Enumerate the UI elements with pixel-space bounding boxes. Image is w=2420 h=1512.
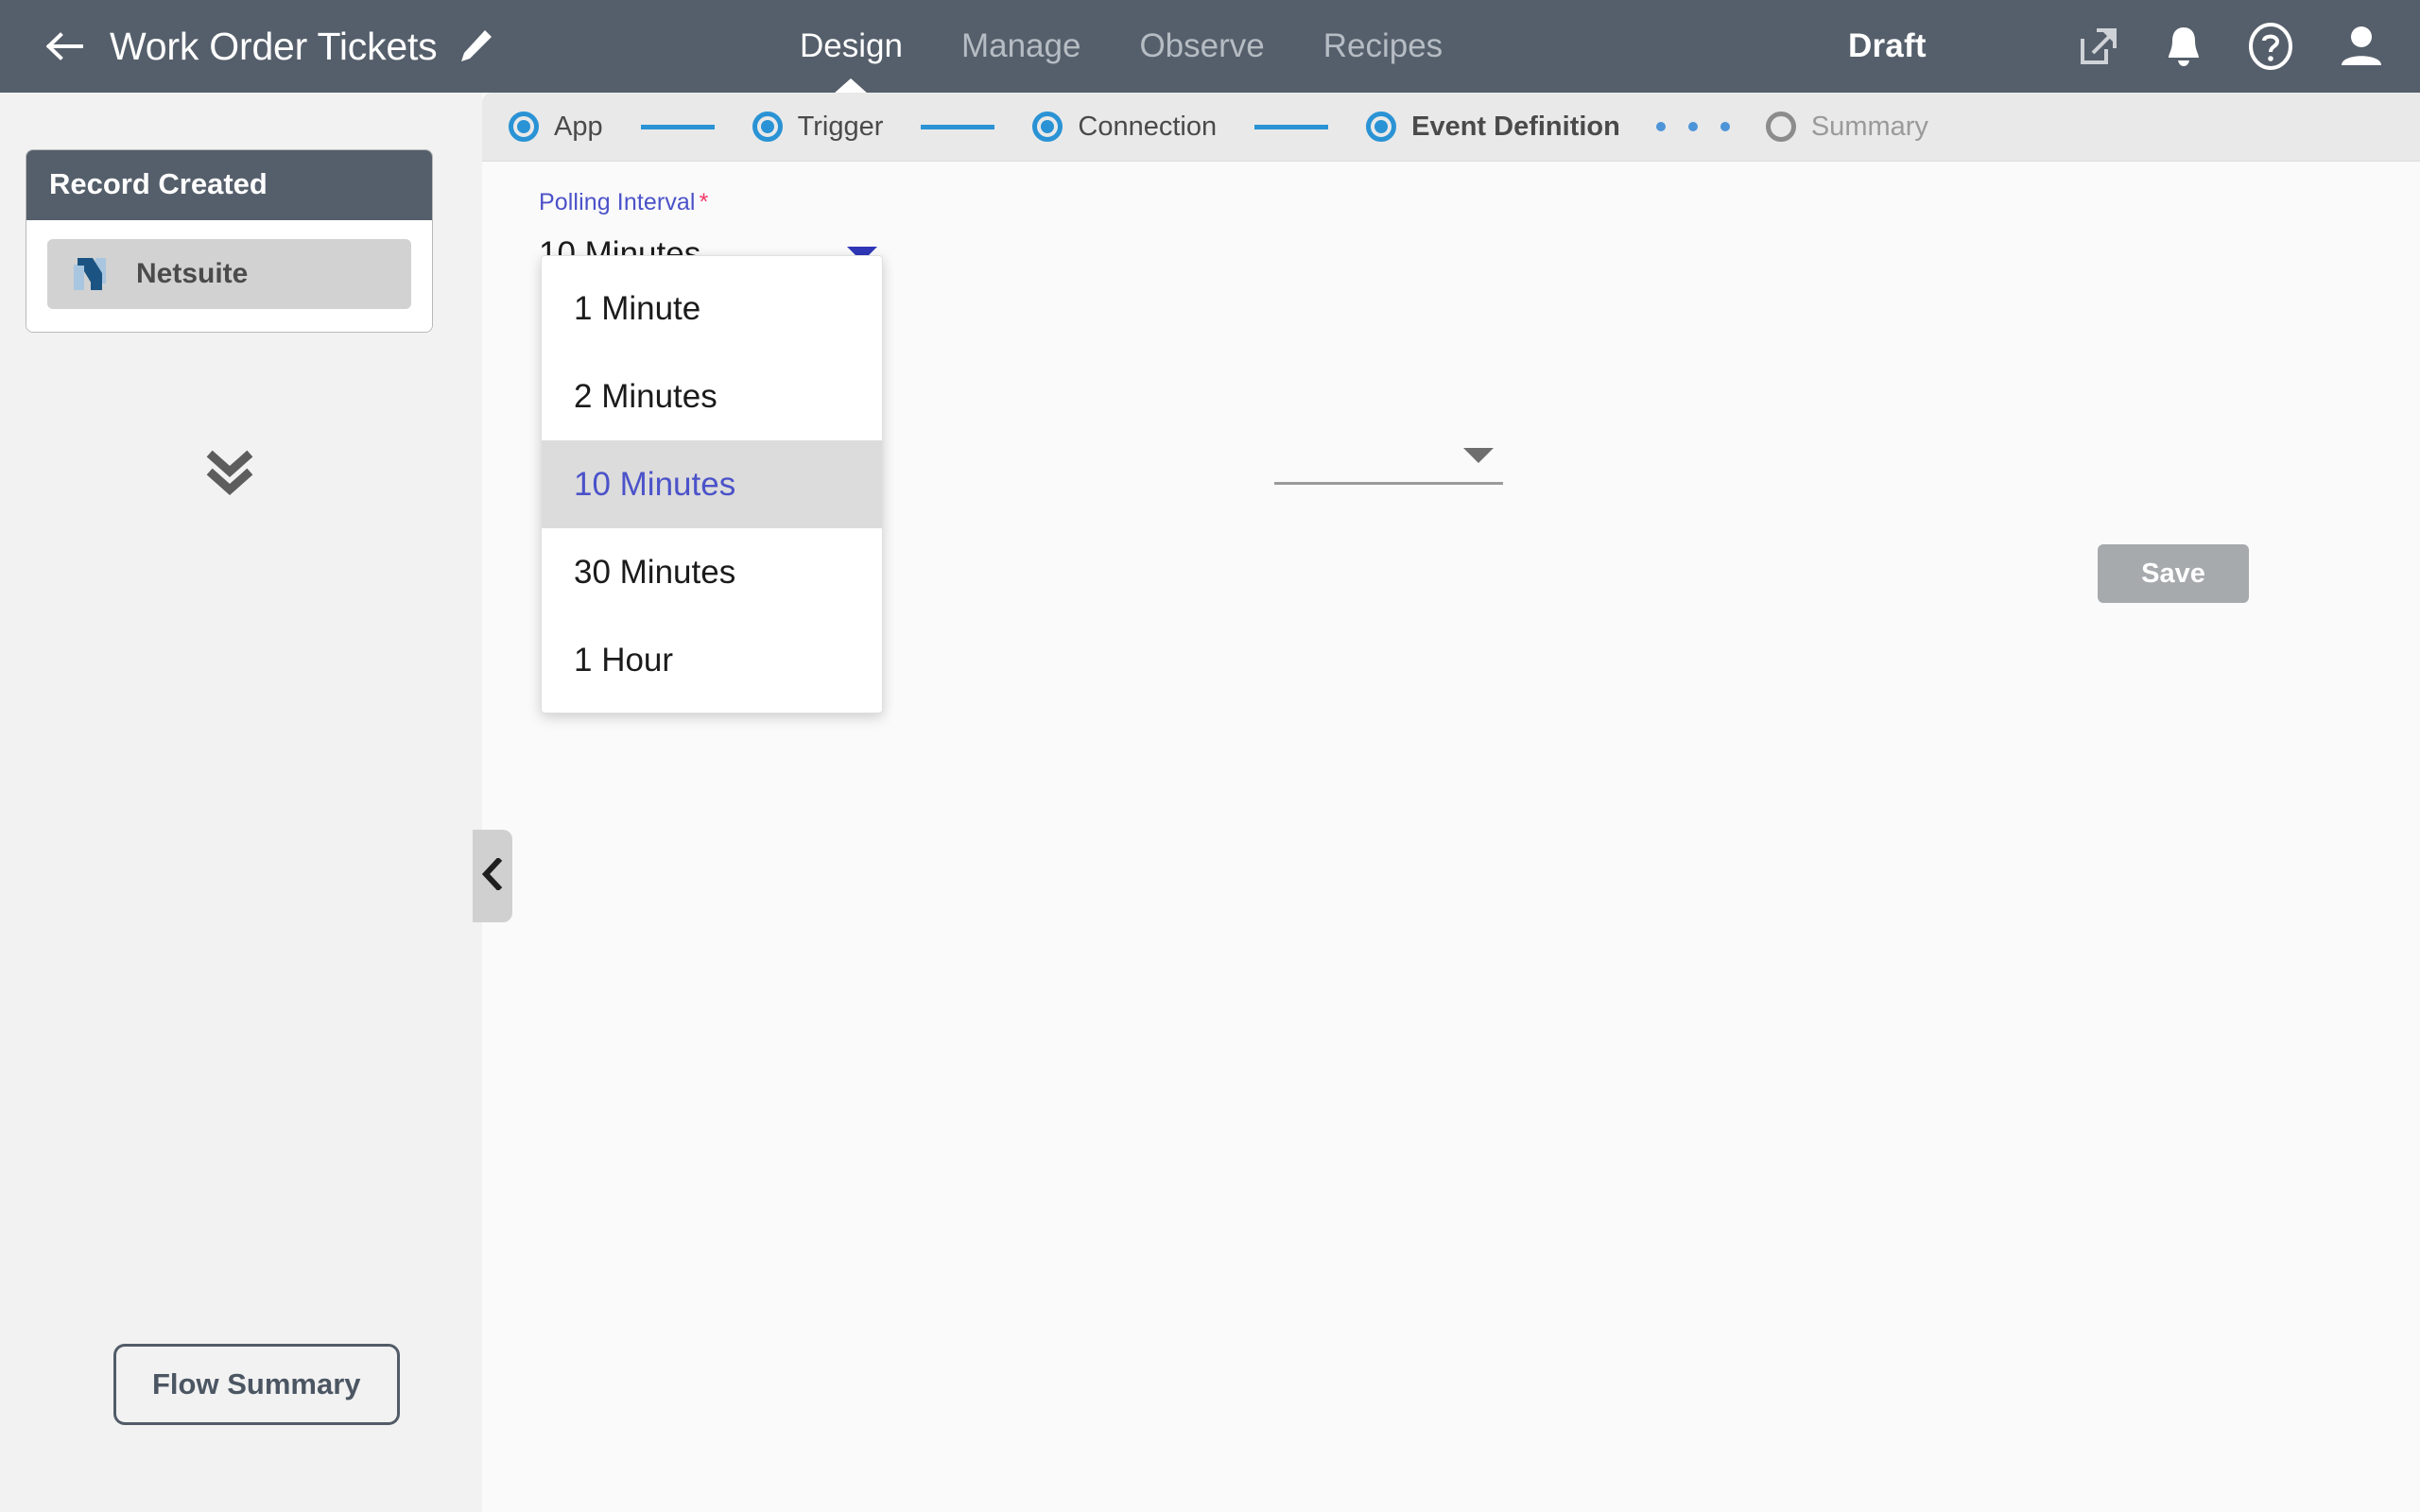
- netsuite-logo-icon: [68, 252, 112, 296]
- primary-nav-tabs: Design Manage Observe Recipes: [770, 0, 1472, 93]
- step-progress-dots: [1655, 122, 1730, 131]
- step-connector: [921, 124, 995, 129]
- pencil-icon[interactable]: [456, 26, 495, 66]
- flow-card-title: Record Created: [26, 150, 432, 220]
- dropdown-option-1-hour[interactable]: 1 Hour: [542, 616, 882, 704]
- step-summary[interactable]: Summary: [1765, 111, 1928, 143]
- radio-filled-icon: [1366, 112, 1397, 142]
- dropdown-option-10-minutes[interactable]: 10 Minutes: [542, 440, 882, 528]
- bell-icon[interactable]: [2163, 24, 2204, 69]
- step-app-label: App: [554, 111, 603, 142]
- radio-filled-icon: [1032, 112, 1063, 142]
- polling-interval-dropdown-menu: 1 Minute 2 Minutes 10 Minutes 30 Minutes…: [541, 255, 883, 713]
- tab-design[interactable]: Design: [770, 0, 932, 93]
- polling-interval-label-text: Polling Interval: [539, 189, 696, 215]
- flow-card-app-label: Netsuite: [136, 258, 249, 289]
- tab-manage[interactable]: Manage: [932, 0, 1110, 93]
- chevron-left-icon: [480, 856, 505, 895]
- flow-sidebar: Record Created Netsuite Flow Summary: [0, 93, 482, 1512]
- step-app[interactable]: App: [509, 112, 603, 143]
- caret-down-icon: [1463, 448, 1494, 463]
- dropdown-option-30-minutes[interactable]: 30 Minutes: [542, 528, 882, 616]
- step-connection[interactable]: Connection: [1032, 112, 1217, 143]
- configuration-panel: App Trigger Connection Event Definition …: [482, 93, 2420, 1512]
- step-event-definition[interactable]: Event Definition: [1366, 112, 1620, 143]
- wizard-stepper: App Trigger Connection Event Definition …: [482, 93, 2420, 162]
- step-connection-label: Connection: [1078, 111, 1218, 142]
- header-icon-group: [2076, 0, 2386, 93]
- app-header: Work Order Tickets Design Manage Observe…: [0, 0, 2420, 93]
- step-connector: [640, 124, 715, 129]
- dropdown-option-1-minute[interactable]: 1 Minute: [542, 265, 882, 352]
- secondary-select-control[interactable]: [1274, 429, 1503, 482]
- help-circle-icon[interactable]: [2246, 22, 2295, 71]
- step-summary-label: Summary: [1810, 111, 1928, 142]
- external-link-icon[interactable]: [2076, 24, 2121, 69]
- dropdown-option-2-minutes[interactable]: 2 Minutes: [542, 352, 882, 440]
- back-arrow-icon[interactable]: [43, 27, 89, 65]
- radio-filled-icon: [509, 112, 539, 142]
- user-avatar-icon[interactable]: [2337, 22, 2386, 71]
- field-underline: [1274, 482, 1503, 485]
- flow-summary-button[interactable]: Flow Summary: [113, 1344, 400, 1425]
- flow-card-app-chip[interactable]: Netsuite: [47, 239, 411, 309]
- radio-empty-icon: [1765, 112, 1796, 142]
- page-title: Work Order Tickets: [110, 24, 438, 68]
- flow-card-body: Netsuite: [26, 220, 432, 332]
- polling-interval-label: Polling Interval *: [539, 189, 881, 216]
- double-chevron-down-icon[interactable]: [0, 448, 458, 503]
- step-connector: [1254, 124, 1329, 129]
- save-button[interactable]: Save: [2098, 544, 2249, 603]
- step-trigger-label: Trigger: [797, 111, 884, 142]
- required-asterisk: *: [699, 189, 709, 215]
- tab-recipes[interactable]: Recipes: [1294, 0, 1472, 93]
- step-trigger[interactable]: Trigger: [752, 111, 884, 143]
- sidebar-collapse-handle[interactable]: [473, 830, 512, 922]
- radio-filled-icon: [752, 112, 783, 142]
- flow-trigger-card[interactable]: Record Created Netsuite: [26, 149, 433, 333]
- step-event-definition-label: Event Definition: [1411, 111, 1620, 142]
- status-badge: Draft: [1848, 27, 1927, 64]
- secondary-select-field[interactable]: [1274, 429, 1503, 485]
- tab-observe[interactable]: Observe: [1110, 0, 1293, 93]
